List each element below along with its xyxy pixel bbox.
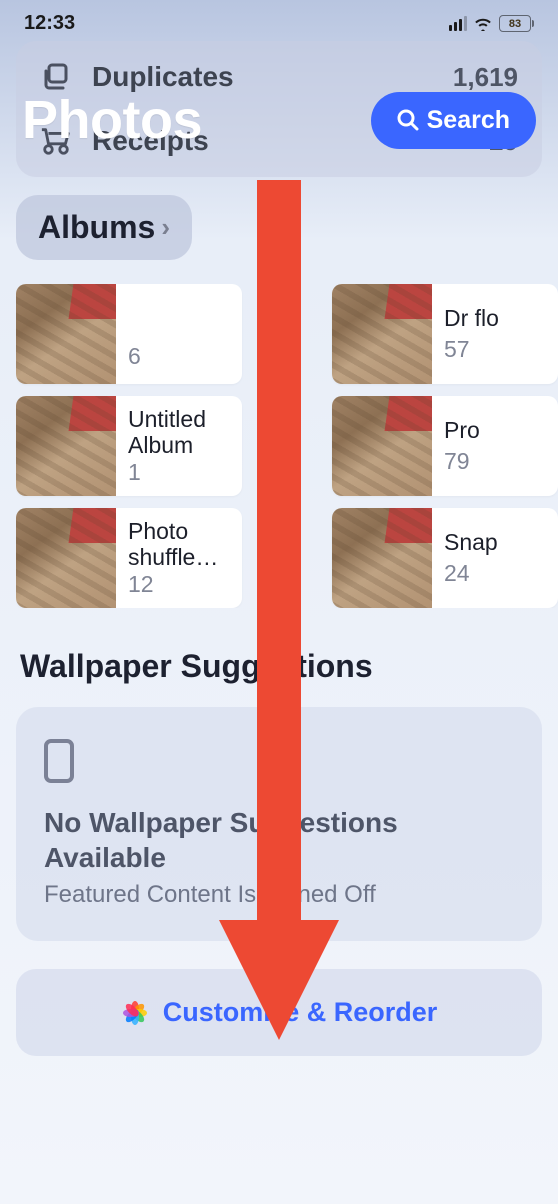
duplicates-icon [40, 61, 72, 93]
search-button[interactable]: Search [371, 92, 536, 149]
albums-heading: Albums [38, 209, 155, 246]
status-indicators: 83 [449, 15, 534, 32]
search-label: Search [427, 106, 510, 135]
album-item[interactable]: Pro 79 [332, 396, 558, 496]
album-title: Pro [444, 417, 546, 443]
wallpaper-empty-card: No Wallpaper Suggestions Available Featu… [16, 707, 542, 941]
customize-row: Customize & Reorder [16, 969, 542, 1056]
chevron-right-icon: › [161, 212, 170, 243]
albums-grid: 6 Dr flo 57 Untitled Album 1 [16, 284, 558, 608]
album-item[interactable]: Dr flo 57 [332, 284, 558, 384]
status-bar: 12:33 83 [0, 0, 558, 41]
album-count: 24 [444, 560, 546, 587]
wallpaper-section: Wallpaper Suggestions No Wallpaper Sugge… [16, 648, 542, 941]
album-count: 57 [444, 336, 546, 363]
wallpaper-heading: Wallpaper Suggestions [16, 648, 542, 685]
battery-percent: 83 [509, 18, 521, 30]
customize-label: Customize & Reorder [163, 997, 438, 1028]
album-title: Photo shuffle fo… [128, 518, 230, 567]
album-title: Untitled Album [128, 406, 230, 455]
album-title: Snap [444, 529, 546, 555]
search-icon [397, 109, 419, 131]
album-count: 6 [128, 343, 230, 370]
album-count: 79 [444, 448, 546, 475]
album-title: Dr flo [444, 305, 546, 331]
photos-app-icon [121, 999, 149, 1027]
album-thumbnail [16, 396, 116, 496]
album-item[interactable]: Photo shuffle fo… 12 [16, 508, 242, 608]
cellular-signal-icon [449, 16, 467, 31]
wallpaper-empty-title: No Wallpaper Suggestions Available [44, 805, 514, 875]
receipts-icon [40, 125, 72, 157]
time-label: 12:33 [24, 12, 75, 35]
album-thumbnail [16, 508, 116, 608]
album-thumbnail [332, 396, 432, 496]
albums-header-button[interactable]: Albums › [16, 195, 192, 260]
album-item[interactable]: 6 [16, 284, 242, 384]
customize-reorder-button[interactable]: Customize & Reorder [16, 969, 542, 1056]
album-count: 1 [128, 459, 230, 486]
album-item[interactable]: Snap 24 [332, 508, 558, 608]
battery-indicator: 83 [499, 15, 534, 32]
utility-count: 1,619 [453, 62, 518, 93]
utility-label: Duplicates [92, 61, 234, 93]
wallpaper-empty-subtitle: Featured Content Is Turned Off [44, 881, 514, 909]
wifi-icon [473, 16, 493, 31]
utility-label: Receipts [92, 125, 209, 157]
album-thumbnail [332, 284, 432, 384]
album-item[interactable]: Untitled Album 1 [16, 396, 242, 496]
albums-section: Albums › 6 Dr flo 57 Un [16, 195, 542, 608]
album-thumbnail [332, 508, 432, 608]
album-thumbnail [16, 284, 116, 384]
header-region: Duplicates 1,619 Receipts 29 Photos [0, 41, 558, 177]
album-count: 12 [128, 571, 230, 598]
phone-icon [44, 739, 74, 783]
